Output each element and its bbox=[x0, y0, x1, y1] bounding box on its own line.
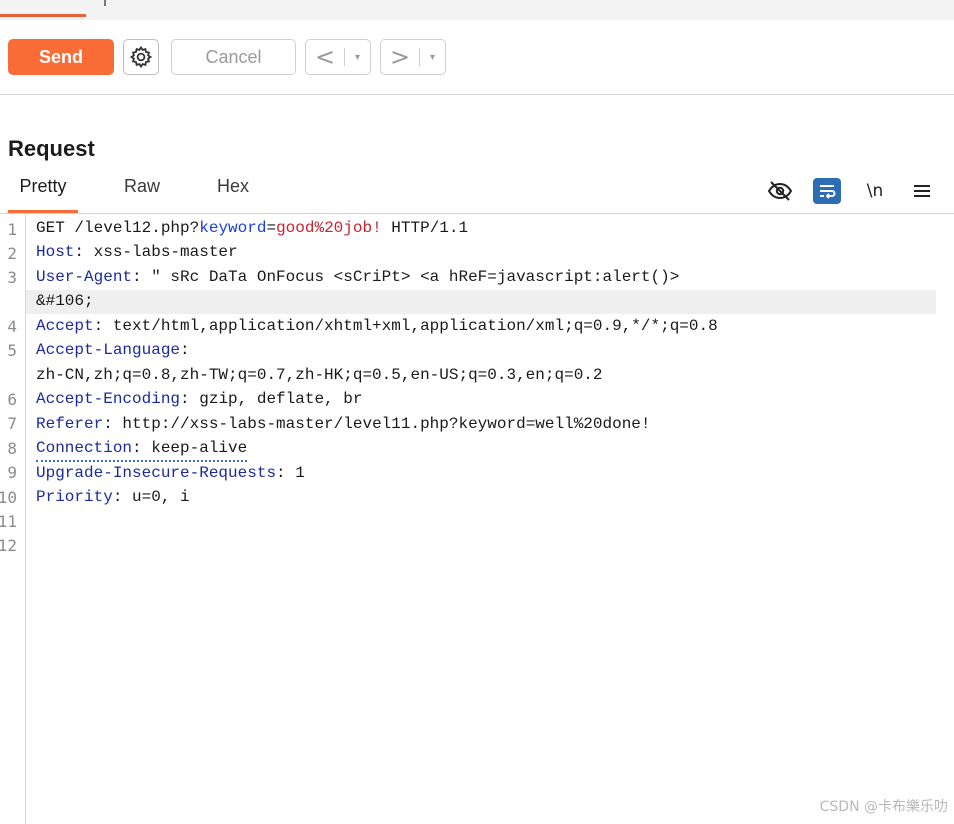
line-number: 1 bbox=[7, 220, 17, 239]
header-name: Accept-Encoding bbox=[36, 390, 181, 408]
code-line-continuation[interactable]: &#106; bbox=[36, 289, 94, 313]
active-request-tab[interactable] bbox=[0, 0, 86, 17]
forward-nav-button[interactable]: > ▾ bbox=[380, 39, 446, 75]
line-number: 8 bbox=[7, 439, 17, 458]
text-wrap-icon bbox=[813, 178, 841, 204]
gear-icon bbox=[129, 45, 153, 69]
tab-hex[interactable]: Hex bbox=[204, 176, 262, 210]
line-number: 12 bbox=[0, 536, 17, 555]
code-line-header[interactable]: Priority: u=0, i bbox=[36, 485, 190, 509]
back-arrow-icon[interactable]: < bbox=[306, 40, 344, 74]
editor-menu-button[interactable] bbox=[908, 176, 936, 206]
header-separator: : bbox=[112, 488, 133, 506]
request-panel-title: Request bbox=[8, 136, 95, 161]
forward-arrow-icon[interactable]: > bbox=[381, 40, 419, 74]
header-value: xss-labs-master bbox=[93, 243, 238, 261]
header-value: text/html,application/xhtml+xml,applicat… bbox=[112, 317, 718, 335]
header-separator: : bbox=[93, 317, 113, 335]
query-param-name: keyword bbox=[199, 219, 267, 237]
tab-separator bbox=[104, 0, 106, 6]
header-value: 1 bbox=[295, 464, 305, 482]
chevron-down-icon[interactable]: ▾ bbox=[420, 52, 445, 63]
line-number: 3 bbox=[7, 268, 17, 287]
header-name: Accept bbox=[36, 317, 94, 335]
code-line-continuation[interactable]: zh-CN,zh;q=0.8,zh-TW;q=0.7,zh-HK;q=0.5,e… bbox=[36, 363, 603, 387]
toolbar: Send Cancel < ▾ > ▾ bbox=[0, 20, 954, 95]
header-separator: : bbox=[74, 243, 94, 261]
header-separator: : bbox=[276, 464, 296, 482]
request-tab-strip bbox=[0, 0, 954, 20]
line-number: 5 bbox=[7, 341, 17, 360]
header-value: u=0, i bbox=[132, 488, 190, 506]
header-name: User-Agent bbox=[36, 268, 133, 286]
header-value: keep-alive bbox=[151, 439, 248, 457]
wrap-lines-button[interactable] bbox=[811, 176, 843, 206]
header-separator: : bbox=[180, 341, 190, 359]
line-number: 7 bbox=[7, 414, 17, 433]
code-line-header[interactable]: Accept: text/html,application/xhtml+xml,… bbox=[36, 314, 718, 338]
header-name: Connection bbox=[36, 439, 133, 457]
header-separator: : bbox=[103, 415, 123, 433]
header-name: Host bbox=[36, 243, 75, 261]
back-nav-button[interactable]: < ▾ bbox=[305, 39, 371, 75]
watermark: CSDN @卡布樂乐叻 bbox=[819, 799, 948, 815]
http-version: HTTP/1.1 bbox=[381, 219, 469, 237]
current-line-highlight bbox=[26, 290, 936, 314]
header-value: gzip, deflate, br bbox=[199, 390, 363, 408]
header-separator: : bbox=[132, 439, 152, 457]
request-method-path: GET /level12.php? bbox=[36, 219, 200, 237]
query-param-value: good%20job! bbox=[276, 219, 382, 237]
code-line-header[interactable]: Accept-Encoding: gzip, deflate, br bbox=[36, 387, 362, 411]
chevron-down-icon[interactable]: ▾ bbox=[345, 52, 370, 63]
line-number: 9 bbox=[7, 463, 17, 482]
code-line-header[interactable]: Upgrade-Insecure-Requests: 1 bbox=[36, 461, 305, 485]
send-button[interactable]: Send bbox=[8, 39, 114, 75]
show-newlines-button[interactable]: \n bbox=[860, 176, 890, 206]
eye-off-icon bbox=[767, 181, 793, 201]
code-line-header[interactable]: Accept-Language: bbox=[36, 338, 190, 362]
line-number: 11 bbox=[0, 512, 17, 531]
hide-nonprintable-button[interactable] bbox=[765, 176, 795, 206]
code-line-request[interactable]: GET /level12.php?keyword=good%20job! HTT… bbox=[36, 216, 468, 240]
header-value: " sRc DaTa OnFocus <sCriPt> <a hReF=java… bbox=[151, 268, 680, 286]
hamburger-menu-icon bbox=[914, 185, 930, 197]
header-name: Accept-Language bbox=[36, 341, 181, 359]
header-value: http://xss-labs-master/level11.php?keywo… bbox=[122, 415, 651, 433]
line-number: 2 bbox=[7, 244, 17, 263]
line-number: 4 bbox=[7, 317, 17, 336]
cancel-button[interactable]: Cancel bbox=[171, 39, 296, 75]
query-equals: = bbox=[266, 219, 277, 237]
code-line-header[interactable]: Host: xss-labs-master bbox=[36, 240, 238, 264]
line-number: 6 bbox=[7, 390, 17, 409]
header-name: Upgrade-Insecure-Requests bbox=[36, 464, 277, 482]
header-name: Priority bbox=[36, 488, 113, 506]
code-line-header[interactable]: User-Agent: " sRc DaTa OnFocus <sCriPt> … bbox=[36, 265, 679, 289]
tab-pretty[interactable]: Pretty bbox=[8, 176, 78, 213]
tab-raw[interactable]: Raw bbox=[112, 176, 172, 210]
header-separator: : bbox=[180, 390, 200, 408]
header-separator: : bbox=[132, 268, 152, 286]
line-number: 10 bbox=[0, 488, 17, 507]
code-line-header[interactable]: Connection: keep-alive bbox=[36, 436, 248, 462]
header-name: Referer bbox=[36, 415, 104, 433]
line-number-gutter: 1 2 3 4 5 6 7 8 9 10 11 12 bbox=[0, 214, 26, 824]
settings-button[interactable] bbox=[123, 39, 159, 75]
code-line-header[interactable]: Referer: http://xss-labs-master/level11.… bbox=[36, 412, 651, 436]
